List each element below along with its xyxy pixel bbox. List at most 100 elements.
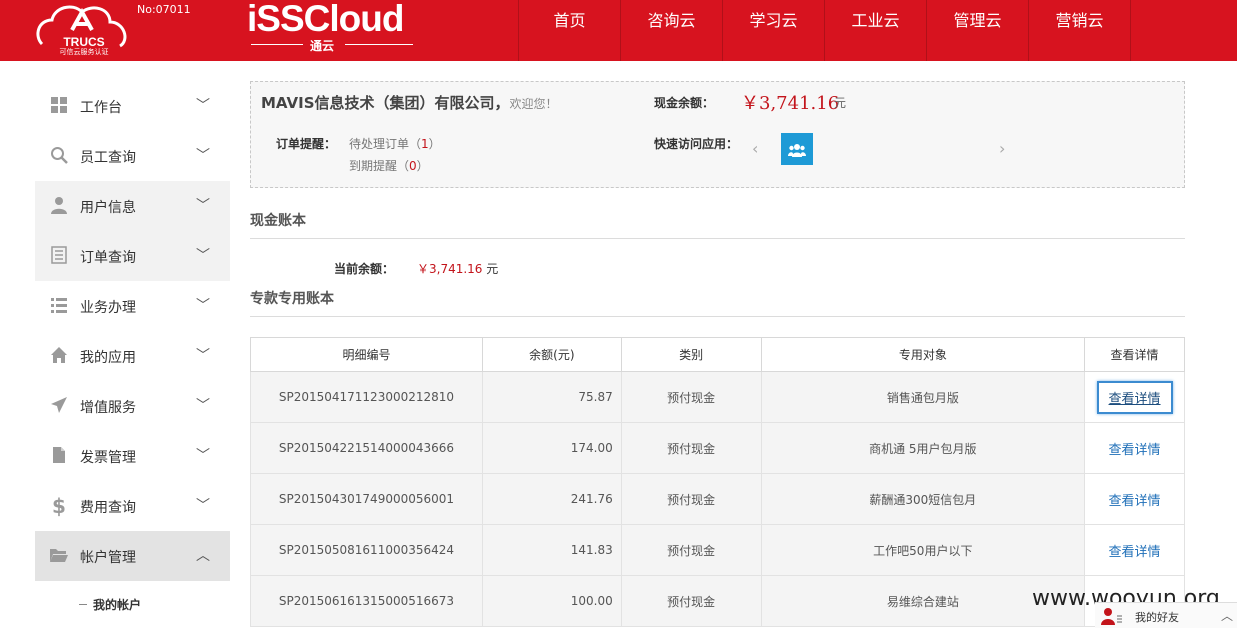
divider bbox=[250, 316, 1185, 317]
cell-detail: 查看详情 bbox=[1084, 473, 1185, 525]
sidebar-item-business[interactable]: 业务办理 ﹀ bbox=[35, 281, 230, 331]
nav-management-cloud[interactable]: 管理云 bbox=[927, 0, 1029, 61]
paren: ） bbox=[428, 137, 441, 151]
col-header-amount: 余额(元) bbox=[481, 337, 622, 372]
cell-detail: 查看详情 bbox=[1084, 524, 1185, 576]
send-icon bbox=[49, 396, 69, 416]
chevron-down-icon: ﹀ bbox=[196, 398, 210, 414]
trucs-label: TRUCS bbox=[63, 35, 104, 49]
sidebar-item-account[interactable]: 帐户管理 ︿ bbox=[35, 531, 230, 581]
nav-marketing-cloud[interactable]: 营销云 bbox=[1029, 0, 1131, 61]
sidebar-item-order-query[interactable]: 订单查询 ﹀ bbox=[35, 231, 230, 281]
nav-consult-cloud[interactable]: 咨询云 bbox=[621, 0, 723, 61]
current-balance-value: ￥3,741.16 bbox=[417, 262, 483, 276]
sidebar-subitem-label: 我的帐户 bbox=[93, 598, 142, 612]
sidebar-item-invoice[interactable]: 发票管理 ﹀ bbox=[35, 431, 230, 481]
view-detail-button[interactable]: 查看详情 bbox=[1096, 380, 1173, 414]
list-icon bbox=[49, 296, 69, 316]
welcome-text: 欢迎您！ bbox=[509, 97, 558, 111]
chevron-down-icon: ﹀ bbox=[196, 498, 210, 514]
brand-subtitle: 通云 bbox=[310, 39, 335, 53]
cell-id: SP201505081611000356424 bbox=[250, 524, 483, 576]
dashboard-icon bbox=[49, 96, 69, 116]
sidebar-item-label: 增值服务 bbox=[80, 400, 136, 416]
sidebar-item-my-apps[interactable]: 我的应用 ﹀ bbox=[35, 331, 230, 381]
sub-dash bbox=[79, 604, 87, 605]
col-header-detail: 查看详情 bbox=[1084, 337, 1185, 372]
cell-id: SP201506161315000516673 bbox=[250, 575, 483, 627]
cell-amount: 75.87 bbox=[481, 371, 622, 423]
quick-app-tile[interactable] bbox=[781, 133, 813, 165]
cell-target: 工作吧50用户以下 bbox=[760, 524, 1086, 576]
sidebar-item-label: 费用查询 bbox=[80, 500, 136, 516]
friends-bar[interactable]: 我的好友 ︿ bbox=[1095, 602, 1237, 628]
table-row: SP201505081611000356424 141.83 预付现金 工作吧5… bbox=[250, 524, 1185, 576]
trucs-sublabel: 可信云服务认证 bbox=[60, 47, 109, 56]
brand-logo[interactable]: iSSCloud 通云 bbox=[247, 0, 417, 55]
top-header: TRUCS 可信云服务认证 No:07011 iSSCloud 通云 首页 咨询… bbox=[0, 0, 1237, 61]
nav-home[interactable]: 首页 bbox=[519, 0, 621, 61]
sidebar-item-label: 订单查询 bbox=[80, 250, 136, 266]
cell-type: 预付现金 bbox=[620, 524, 762, 576]
sidebar: 工作台 ﹀ 员工查询 ﹀ 用户信息 ﹀ 订单查询 ﹀ 业务办理 ﹀ 我的应用 ﹀ bbox=[35, 81, 230, 628]
sidebar-item-workbench[interactable]: 工作台 ﹀ bbox=[35, 81, 230, 131]
quick-access-label: 快速访问应用： bbox=[654, 137, 739, 151]
sidebar-item-user-info[interactable]: 用户信息 ﹀ bbox=[35, 181, 230, 231]
sidebar-item-fee-query[interactable]: $ 费用查询 ﹀ bbox=[35, 481, 230, 531]
sidebar-item-label: 工作台 bbox=[80, 100, 122, 116]
company-name-text: MAVIS信息技术（集团）有限公司， bbox=[261, 94, 510, 112]
file-icon bbox=[49, 446, 69, 466]
chevron-down-icon: ﹀ bbox=[196, 198, 210, 214]
table-header: 明细编号 余额(元) 类别 专用对象 查看详情 bbox=[250, 337, 1185, 372]
table-row: SP201504301749000056001 241.76 预付现金 薪酬通3… bbox=[250, 473, 1185, 525]
users-icon bbox=[788, 143, 806, 157]
view-detail-button[interactable]: 查看详情 bbox=[1109, 545, 1161, 560]
pending-orders-label: 待处理订单（ bbox=[349, 137, 422, 151]
cell-target: 销售通包月版 bbox=[760, 371, 1086, 423]
chevron-left-icon[interactable]: ‹ bbox=[752, 139, 758, 158]
cell-detail: 查看详情 bbox=[1084, 371, 1185, 423]
special-book-title: 专款专用账本 bbox=[250, 291, 334, 307]
cell-id: SP201504221514000043666 bbox=[250, 422, 483, 474]
sidebar-item-label: 我的应用 bbox=[80, 350, 136, 366]
expiry-reminder[interactable]: 到期提醒（0） bbox=[349, 157, 429, 174]
cell-amount: 174.00 bbox=[481, 422, 622, 474]
sidebar-item-label: 帐户管理 bbox=[80, 550, 136, 566]
chevron-down-icon: ﹀ bbox=[196, 298, 210, 314]
cell-id: SP201504171123000212810 bbox=[250, 371, 483, 423]
order-reminder-label: 订单提醒： bbox=[276, 137, 337, 151]
cell-id: SP201504301749000056001 bbox=[250, 473, 483, 525]
dollar-icon: $ bbox=[52, 494, 66, 518]
user-icon bbox=[1101, 607, 1123, 628]
friends-label: 我的好友 bbox=[1135, 611, 1179, 624]
pending-orders-count: 1 bbox=[421, 137, 429, 151]
chevron-up-icon[interactable]: ︿ bbox=[1221, 607, 1233, 624]
view-detail-button[interactable]: 查看详情 bbox=[1109, 494, 1161, 509]
sidebar-item-value-added[interactable]: 增值服务 ﹀ bbox=[35, 381, 230, 431]
chevron-right-icon[interactable]: › bbox=[999, 139, 1005, 158]
chevron-down-icon: ﹀ bbox=[196, 148, 210, 164]
sidebar-item-label: 发票管理 bbox=[80, 450, 136, 466]
cell-type: 预付现金 bbox=[620, 473, 762, 525]
cash-balance-label: 现金余额： bbox=[654, 96, 715, 110]
cell-type: 预付现金 bbox=[620, 575, 762, 627]
nav-industry-cloud[interactable]: 工业云 bbox=[825, 0, 927, 61]
sidebar-item-label: 业务办理 bbox=[80, 300, 136, 316]
cell-detail: 查看详情 bbox=[1084, 422, 1185, 474]
divider bbox=[250, 238, 1185, 239]
current-balance-unit: 元 bbox=[486, 262, 499, 276]
sidebar-item-label: 用户信息 bbox=[80, 200, 136, 216]
sidebar-item-employee-query[interactable]: 员工查询 ﹀ bbox=[35, 131, 230, 181]
view-detail-button[interactable]: 查看详情 bbox=[1109, 443, 1161, 458]
cell-type: 预付现金 bbox=[620, 371, 762, 423]
trucs-logo: TRUCS 可信云服务认证 bbox=[36, 5, 127, 56]
company-name: MAVIS信息技术（集团）有限公司，欢迎您！ bbox=[261, 92, 558, 113]
sidebar-subitem-my-account[interactable]: 我的帐户 bbox=[35, 581, 230, 628]
pending-orders[interactable]: 待处理订单（1） bbox=[349, 135, 441, 152]
nav-learning-cloud[interactable]: 学习云 bbox=[723, 0, 825, 61]
chevron-down-icon: ﹀ bbox=[196, 348, 210, 364]
main-content: MAVIS信息技术（集团）有限公司，欢迎您！ 现金余额： ￥3,741.16 元… bbox=[232, 61, 1205, 628]
col-header-target: 专用对象 bbox=[760, 337, 1086, 372]
cash-balance-value: ￥3,741.16 bbox=[741, 93, 840, 114]
cell-amount: 141.83 bbox=[481, 524, 622, 576]
